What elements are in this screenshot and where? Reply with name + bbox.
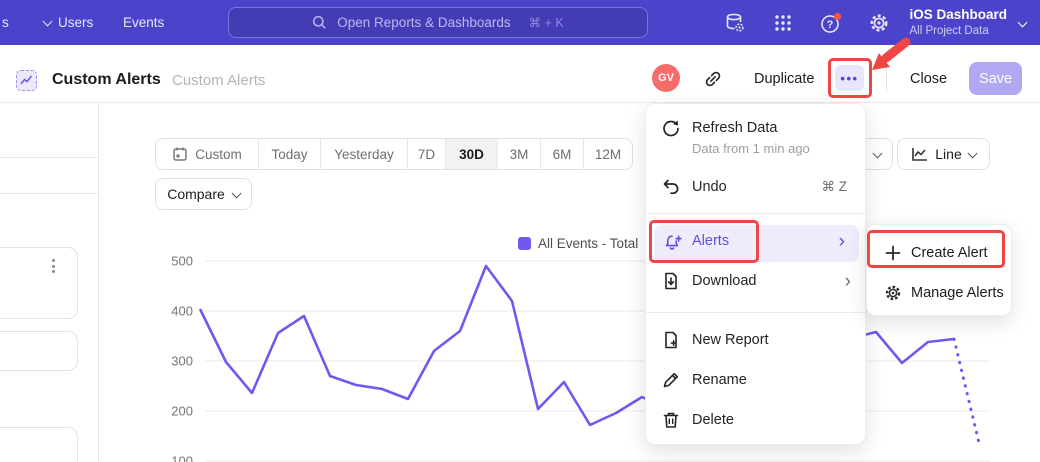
svg-text:500: 500 — [171, 254, 193, 269]
svg-text:400: 400 — [171, 304, 193, 319]
range-custom[interactable]: Custom — [156, 139, 259, 169]
menu-separator — [646, 213, 865, 214]
search-icon — [312, 15, 327, 30]
line-chart-icon — [911, 147, 928, 162]
project-name: iOS Dashboard — [909, 7, 1007, 24]
menu-item-download[interactable]: Download › — [646, 266, 865, 300]
chart-type-label: Line — [935, 146, 961, 162]
card-more-options-icon[interactable] — [52, 259, 55, 273]
range-12m[interactable]: 12M — [584, 139, 632, 169]
chart-legend: All Events - Total — [518, 236, 638, 251]
notification-badge — [834, 12, 841, 19]
chevron-down-icon — [231, 188, 241, 198]
range-today[interactable]: Today — [259, 139, 321, 169]
metric-card[interactable] — [0, 247, 78, 319]
compare-button[interactable]: Compare — [155, 178, 252, 210]
menu-item-alerts[interactable]: Alerts › — [654, 225, 859, 262]
left-panel-divider — [0, 157, 99, 158]
nav-item-users[interactable]: Users — [58, 15, 93, 30]
alerts-submenu: Create Alert Manage Alerts — [866, 224, 1012, 316]
menu-item-rename[interactable]: Rename — [646, 370, 865, 398]
search-placeholder: Open Reports & Dashboards — [337, 15, 510, 30]
undo-icon — [661, 177, 681, 197]
chevron-down-icon — [1018, 18, 1028, 28]
svg-text:100: 100 — [171, 454, 193, 462]
close-button[interactable]: Close — [910, 71, 947, 87]
menu-separator — [646, 312, 865, 313]
refresh-icon — [661, 118, 681, 138]
search-shortcut: ⌘ + K — [529, 15, 564, 30]
svg-text:300: 300 — [171, 354, 193, 369]
compare-label: Compare — [167, 186, 225, 202]
range-label: Custom — [195, 147, 242, 162]
chevron-down-icon — [43, 17, 53, 27]
more-options-menu: Refresh Data Data from 1 min ago Undo ⌘ … — [645, 103, 866, 445]
nav-boards-partial[interactable]: s — [2, 15, 9, 30]
left-panel — [0, 103, 99, 462]
alert-bell-plus-icon — [663, 233, 683, 253]
metric-card[interactable] — [0, 331, 78, 371]
plus-icon — [884, 244, 902, 262]
help-icon[interactable]: ? — [819, 11, 843, 35]
nav-item-events[interactable]: Events — [123, 15, 164, 30]
chart-type-button[interactable]: Line — [897, 138, 990, 170]
submenu-arrow-icon: › — [845, 271, 851, 293]
more-options-button[interactable]: ••• — [835, 65, 864, 91]
pencil-icon — [661, 370, 681, 390]
menu-item-delete[interactable]: Delete — [646, 410, 865, 438]
new-report-icon — [661, 330, 681, 350]
breadcrumb: Custom Alerts — [172, 72, 265, 89]
page-title: Custom Alerts — [52, 71, 161, 89]
svg-text:?: ? — [827, 19, 834, 31]
submenu-arrow-icon: › — [839, 231, 845, 253]
project-subtitle: All Project Data — [909, 24, 1007, 38]
search-input[interactable]: Open Reports & Dashboards ⌘ + K — [228, 7, 648, 38]
range-7d[interactable]: 7D — [408, 139, 446, 169]
chevron-down-icon — [967, 148, 977, 158]
menu-item-new-report[interactable]: New Report — [646, 330, 865, 358]
copy-link-icon[interactable] — [703, 69, 723, 89]
apps-grid-icon[interactable] — [771, 11, 795, 35]
data-source-icon[interactable] — [723, 11, 747, 35]
range-3m[interactable]: 3M — [498, 139, 541, 169]
range-6m[interactable]: 6M — [541, 139, 584, 169]
project-switcher[interactable]: iOS Dashboard All Project Data — [909, 7, 1007, 38]
gear-icon — [884, 284, 902, 302]
menu-item-refresh-data[interactable]: Refresh Data Data from 1 min ago — [646, 118, 865, 162]
legend-swatch — [518, 237, 531, 250]
duplicate-button[interactable]: Duplicate — [754, 71, 814, 87]
submenu-item-create-alert[interactable]: Create Alert — [867, 237, 1011, 271]
date-range-control: Custom Today Yesterday 7D 30D 3M 6M 12M — [155, 138, 633, 170]
metric-card[interactable] — [0, 427, 78, 462]
avatar[interactable]: GV — [652, 64, 680, 92]
range-yesterday[interactable]: Yesterday — [321, 139, 408, 169]
download-file-icon — [661, 271, 681, 291]
settings-gear-icon[interactable] — [867, 11, 891, 35]
submenu-item-manage-alerts[interactable]: Manage Alerts — [867, 277, 1011, 311]
legend-label: All Events - Total — [538, 236, 638, 251]
menu-item-undo[interactable]: Undo ⌘ Z — [646, 177, 865, 205]
report-icon — [16, 70, 37, 91]
range-30d[interactable]: 30D — [446, 139, 498, 169]
chevron-down-icon — [873, 148, 883, 158]
trash-icon — [661, 410, 681, 430]
svg-text:200: 200 — [171, 404, 193, 419]
toolbar-divider — [886, 67, 887, 91]
left-panel-divider — [0, 193, 99, 194]
save-button[interactable]: Save — [969, 62, 1022, 95]
top-navigation: s Users Events Open Reports & Dashboards… — [0, 0, 1040, 45]
calendar-icon — [172, 146, 188, 162]
